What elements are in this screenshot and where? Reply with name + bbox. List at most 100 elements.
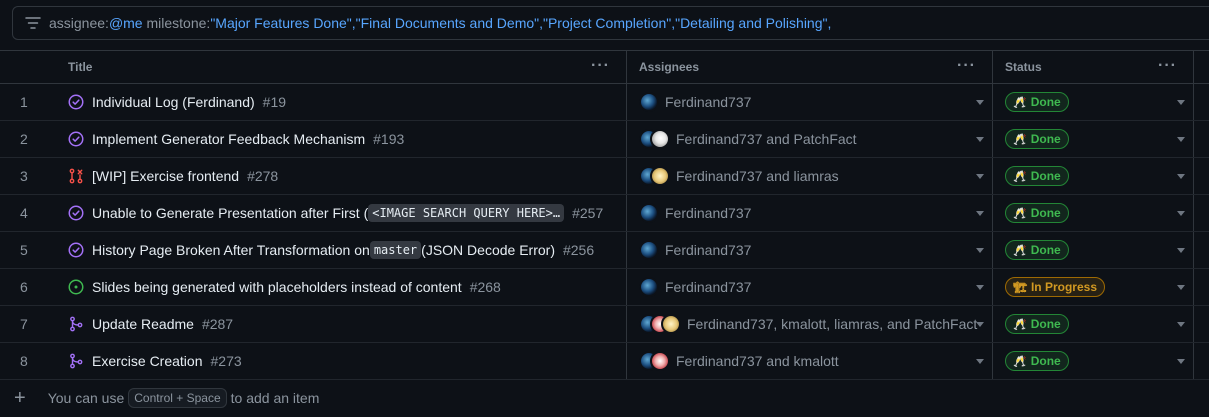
chevron-down-icon[interactable] (1177, 211, 1185, 216)
plus-icon[interactable]: + (14, 388, 26, 408)
item-title[interactable]: Individual Log (Ferdinand) (92, 94, 255, 110)
status-badge: 🥂 Done (1005, 92, 1069, 112)
chevron-down-icon[interactable] (976, 248, 984, 253)
filter-assignee-key: assignee: (49, 15, 109, 31)
status-cell[interactable]: 🥂 Done (993, 195, 1194, 231)
chevron-down-icon[interactable] (1177, 359, 1185, 364)
column-menu-icon[interactable]: ··· (957, 58, 976, 74)
item-number[interactable]: #193 (373, 131, 404, 147)
chevron-down-icon[interactable] (1177, 285, 1185, 290)
avatar-stack (639, 351, 670, 371)
chevron-down-icon[interactable] (976, 137, 984, 142)
column-menu-icon[interactable]: ··· (1158, 58, 1177, 74)
row-number: 8 (20, 353, 28, 369)
title-cell[interactable]: Unable to Generate Presentation after Fi… (56, 195, 627, 231)
assignees-text: Ferdinand737 (665, 242, 752, 258)
item-title[interactable]: Update Readme (92, 316, 194, 332)
extra-cell (1194, 195, 1209, 231)
chevron-down-icon[interactable] (976, 322, 984, 327)
project-table: Title ··· Assignees ··· Status ··· 1 Indi… (0, 50, 1209, 416)
table-row[interactable]: 8 Exercise Creation #273 Ferdinand737 and k… (0, 343, 1209, 380)
assignees-cell[interactable]: Ferdinand737, kmalott, liamras, and Patc… (627, 306, 993, 342)
item-title-suffix: (JSON Decode Error) (421, 242, 555, 258)
status-emoji-icon: 🥂 (1013, 244, 1027, 257)
column-header-assignees[interactable]: Assignees ··· (627, 51, 993, 83)
extra-cell (1194, 158, 1209, 194)
item-title[interactable]: [WIP] Exercise frontend (92, 168, 239, 184)
avatar (650, 351, 670, 371)
assignees-cell[interactable]: Ferdinand737 (627, 195, 993, 231)
status-cell[interactable]: 🥂 Done (993, 343, 1194, 379)
assignees-cell[interactable]: Ferdinand737 (627, 232, 993, 268)
chevron-down-icon[interactable] (976, 211, 984, 216)
filter-query: assignee:@me milestone:"Major Features D… (49, 15, 831, 31)
avatar-stack (639, 166, 670, 186)
issue-open-icon (68, 279, 84, 295)
status-cell[interactable]: 🥂 Done (993, 306, 1194, 342)
title-cell[interactable]: History Page Broken After Transformation… (56, 232, 627, 268)
assignees-cell[interactable]: Ferdinand737 and PatchFact (627, 121, 993, 157)
table-row[interactable]: 7 Update Readme #287 Ferdinand737, kmalott,… (0, 306, 1209, 343)
status-label: Done (1030, 206, 1061, 220)
table-row[interactable]: 3 [WIP] Exercise frontend #278 Ferdinand737… (0, 158, 1209, 195)
item-number[interactable]: #273 (211, 353, 242, 369)
column-header-status[interactable]: Status ··· (993, 51, 1194, 83)
status-badge: 🥂 Done (1005, 351, 1069, 371)
item-number[interactable]: #257 (572, 205, 603, 221)
item-number[interactable]: #268 (470, 279, 501, 295)
item-number[interactable]: #287 (202, 316, 233, 332)
table-row[interactable]: 1 Individual Log (Ferdinand) #19 Ferdinand7… (0, 84, 1209, 121)
status-cell[interactable]: 🥂 Done (993, 232, 1194, 268)
assignees-cell[interactable]: Ferdinand737 and liamras (627, 158, 993, 194)
title-cell[interactable]: Slides being generated with placeholders… (56, 269, 627, 305)
status-badge: 🏗 In Progress (1005, 277, 1105, 297)
item-number[interactable]: #256 (563, 242, 594, 258)
table-row[interactable]: 4 Unable to Generate Presentation after F… (0, 195, 1209, 232)
status-cell[interactable]: 🏗 In Progress (993, 269, 1194, 305)
filter-input[interactable]: assignee:@me milestone:"Major Features D… (12, 6, 1209, 40)
item-number[interactable]: #19 (263, 94, 286, 110)
table-row[interactable]: 6 Slides being generated with placeholder… (0, 269, 1209, 306)
column-header-title[interactable]: Title ··· (56, 51, 627, 83)
table-row[interactable]: 5 History Page Broken After Transformatio… (0, 232, 1209, 269)
chevron-down-icon[interactable] (1177, 174, 1185, 179)
title-cell[interactable]: Individual Log (Ferdinand) #19 (56, 84, 627, 120)
title-cell[interactable]: Exercise Creation #273 (56, 343, 627, 379)
chevron-down-icon[interactable] (976, 174, 984, 179)
chevron-down-icon[interactable] (976, 285, 984, 290)
assignees-text: Ferdinand737 (665, 94, 752, 110)
column-menu-icon[interactable]: ··· (591, 58, 610, 74)
avatar-stack (639, 277, 659, 297)
pr-merged-icon (68, 353, 84, 369)
table-row[interactable]: 2 Implement Generator Feedback Mechanism #… (0, 121, 1209, 158)
assignees-cell[interactable]: Ferdinand737 (627, 269, 993, 305)
status-cell[interactable]: 🥂 Done (993, 84, 1194, 120)
table-header: Title ··· Assignees ··· Status ··· (0, 50, 1209, 84)
avatar-stack (639, 129, 670, 149)
chevron-down-icon[interactable] (1177, 137, 1185, 142)
column-assignees-label: Assignees (639, 60, 700, 74)
chevron-down-icon[interactable] (1177, 100, 1185, 105)
title-cell[interactable]: Update Readme #287 (56, 306, 627, 342)
assignees-cell[interactable]: Ferdinand737 and kmalott (627, 343, 993, 379)
item-title[interactable]: Exercise Creation (92, 353, 203, 369)
status-cell[interactable]: 🥂 Done (993, 158, 1194, 194)
status-cell[interactable]: 🥂 Done (993, 121, 1194, 157)
row-number: 7 (20, 316, 28, 332)
chevron-down-icon[interactable] (976, 100, 984, 105)
title-cell[interactable]: Implement Generator Feedback Mechanism #1… (56, 121, 627, 157)
title-cell[interactable]: [WIP] Exercise frontend #278 (56, 158, 627, 194)
chevron-down-icon[interactable] (1177, 322, 1185, 327)
item-title[interactable]: Unable to Generate Presentation after Fi… (92, 205, 368, 221)
assignees-cell[interactable]: Ferdinand737 (627, 84, 993, 120)
item-number[interactable]: #278 (247, 168, 278, 184)
item-title[interactable]: History Page Broken After Transformation… (92, 242, 370, 258)
chevron-down-icon[interactable] (1177, 248, 1185, 253)
chevron-down-icon[interactable] (976, 359, 984, 364)
item-title[interactable]: Implement Generator Feedback Mechanism (92, 131, 365, 147)
item-title[interactable]: Slides being generated with placeholders… (92, 279, 462, 295)
assignees-text: Ferdinand737 (665, 205, 752, 221)
avatar-stack (639, 92, 659, 112)
add-item-row[interactable]: + You can use Control + Space to add an … (0, 380, 1209, 416)
add-item-hint-after: to add an item (230, 390, 320, 406)
